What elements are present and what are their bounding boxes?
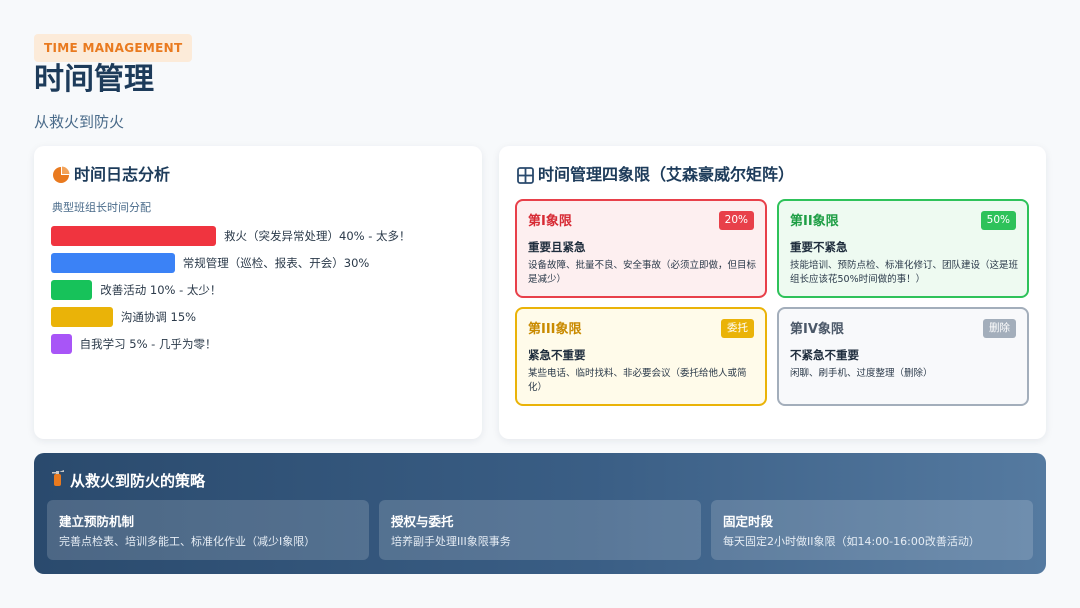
- quadrant-title: 时间管理四象限（艾森豪威尔矩阵）: [517, 164, 794, 186]
- bar-label: 常规管理（巡检、报表、开会）30%: [182, 256, 370, 270]
- time-log-title: 时间日志分析: [52, 164, 170, 186]
- bar-row: 改善活动 10% - 太少！: [51, 280, 221, 300]
- time-log-card: 时间日志分析 典型班组长时间分配 救火（突发异常处理）40% - 太多！ 常规管…: [34, 146, 482, 439]
- quadrant-badge: 20%: [718, 211, 754, 230]
- strategy-item-desc: 完善点检表、培训多能工、标准化作业（减少I象限）: [59, 535, 316, 548]
- bar-label: 救火（突发异常处理）40% - 太多！: [224, 229, 411, 243]
- strategy-title-text: 从救火到防火的策略: [70, 471, 206, 490]
- strategy-item-title: 授权与委托: [391, 514, 454, 529]
- section-tag: TIME MANAGEMENT: [34, 34, 193, 62]
- strategy-item: 固定时段 每天固定2小时做II象限（如14:00-16:00改善活动）: [711, 500, 1033, 560]
- bar-row: 常规管理（巡检、报表、开会）30%: [51, 253, 369, 273]
- quadrant-heading: 重要且紧急: [528, 240, 586, 254]
- quadrant-description: 设备故障、批量不良、安全事故（必须立即做，但目标是减少）: [528, 260, 757, 285]
- strategy-item: 建立预防机制 完善点检表、培训多能工、标准化作业（减少I象限）: [47, 500, 369, 560]
- quadrant-3: 第III象限 委托 紧急不重要 某些电话、临时找料、非必要会议（委托给他人或简化…: [515, 307, 767, 406]
- strategy-item-desc: 培养副手处理III象限事务: [391, 535, 511, 548]
- bar-row: 沟通协调 15%: [51, 307, 196, 327]
- distribution-label: 典型班组长时间分配: [52, 201, 151, 214]
- bar-label: 改善活动 10% - 太少！: [100, 283, 222, 297]
- bar-row: 救火（突发异常处理）40% - 太多！: [51, 226, 411, 246]
- quadrant-1: 第I象限 20% 重要且紧急 设备故障、批量不良、安全事故（必须立即做，但目标是…: [515, 199, 767, 298]
- quadrant-card: 时间管理四象限（艾森豪威尔矩阵） 第I象限 20% 重要且紧急 设备故障、批量不…: [499, 146, 1046, 439]
- bar: [51, 307, 113, 327]
- quadrant-title-text: 时间管理四象限（艾森豪威尔矩阵）: [538, 165, 795, 184]
- quadrant-description: 闲聊、刷手机、过度整理（删除）: [790, 368, 933, 379]
- fire-extinguisher-icon: [50, 469, 66, 492]
- strategy-item: 授权与委托 培养副手处理III象限事务: [379, 500, 701, 560]
- strategy-item-desc: 每天固定2小时做II象限（如14:00-16:00改善活动）: [723, 535, 980, 548]
- bar-row: 自我学习 5% - 几乎为零！: [51, 334, 216, 354]
- bar-label: 自我学习 5% - 几乎为零！: [79, 337, 217, 351]
- strategy-title: 从救火到防火的策略: [50, 469, 205, 492]
- quadrant-heading: 重要不紧急: [790, 240, 848, 254]
- time-log-title-text: 时间日志分析: [74, 165, 171, 184]
- bar: [51, 253, 175, 273]
- quadrant-badge: 删除: [983, 319, 1016, 338]
- page-title: 时间管理: [34, 62, 154, 97]
- strategy-panel: 从救火到防火的策略 建立预防机制 完善点检表、培训多能工、标准化作业（减少I象限…: [34, 453, 1046, 574]
- quadrant-label: 第IV象限: [790, 322, 844, 337]
- quadrant-label: 第III象限: [528, 322, 582, 337]
- quadrant-heading: 紧急不重要: [528, 348, 586, 362]
- strategy-item-title: 建立预防机制: [59, 514, 135, 529]
- grid-icon: [517, 166, 534, 184]
- bar: [51, 334, 72, 354]
- quadrant-description: 技能培训、预防点检、标准化修订、团队建设（这是班组长应该花50%时间做的事！）: [790, 260, 1019, 285]
- quadrant-label: 第I象限: [528, 214, 572, 229]
- quadrant-2: 第II象限 50% 重要不紧急 技能培训、预防点检、标准化修订、团队建设（这是班…: [777, 199, 1029, 298]
- page-subtitle: 从救火到防火: [34, 113, 125, 131]
- quadrant-label: 第II象限: [790, 214, 839, 229]
- quadrant-badge: 50%: [980, 211, 1016, 230]
- bar: [51, 280, 93, 300]
- bar: [51, 226, 216, 246]
- quadrant-heading: 不紧急不重要: [790, 348, 859, 362]
- pie-chart-icon: [52, 166, 70, 184]
- quadrant-4: 第IV象限 删除 不紧急不重要 闲聊、刷手机、过度整理（删除）: [777, 307, 1029, 406]
- quadrant-badge: 委托: [721, 319, 754, 338]
- quadrant-description: 某些电话、临时找料、非必要会议（委托给他人或简化）: [528, 368, 747, 393]
- bar-label: 沟通协调 15%: [120, 310, 197, 324]
- strategy-item-title: 固定时段: [723, 514, 774, 529]
